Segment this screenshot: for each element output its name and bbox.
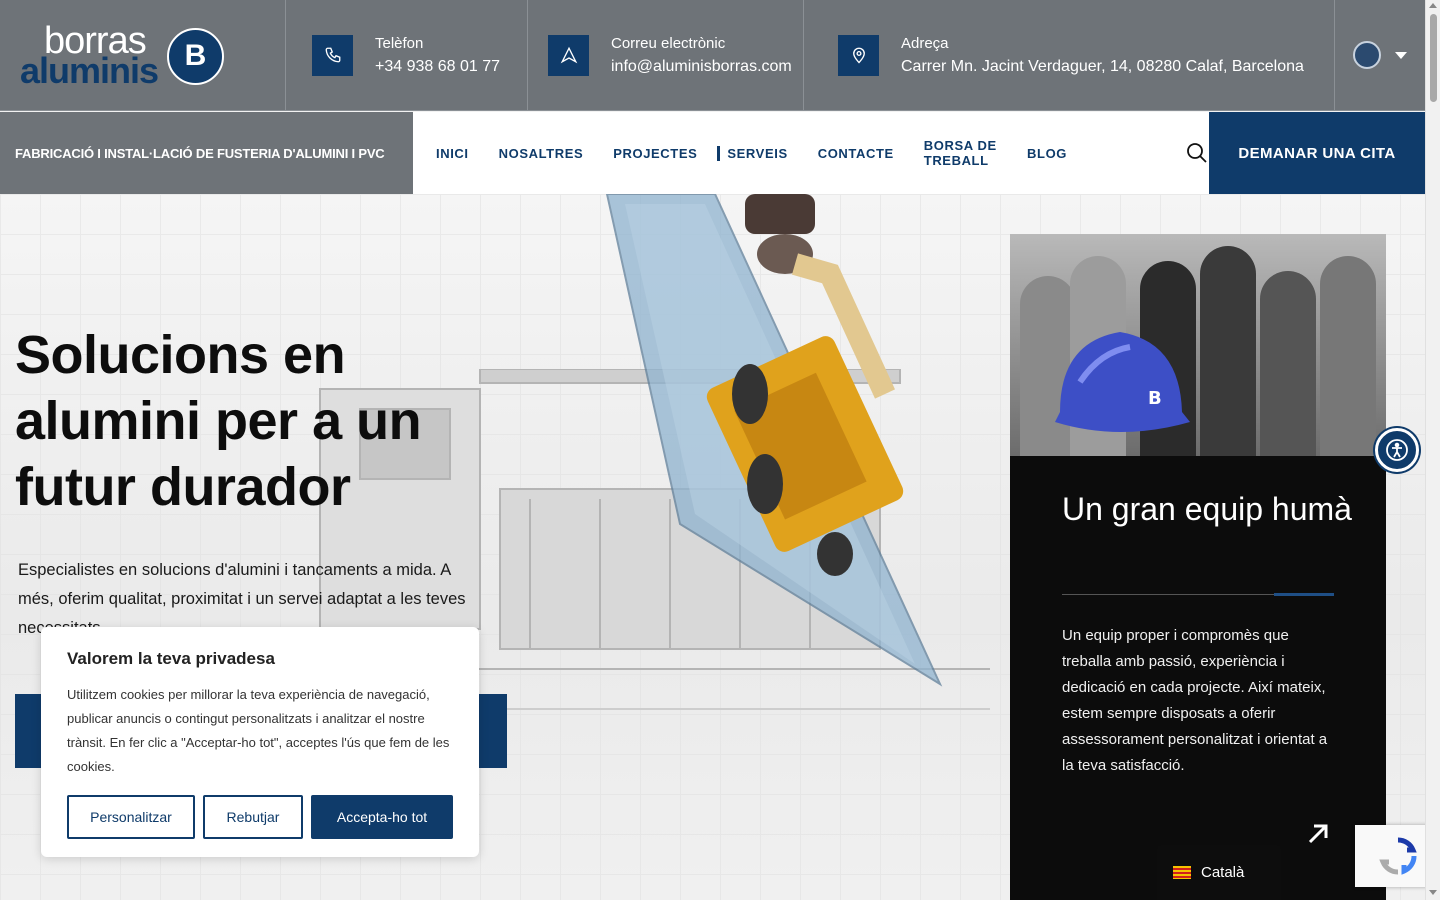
book-appointment-button[interactable]: DEMANAR UNA CITA: [1209, 112, 1425, 194]
customize-button[interactable]: Personalitzar: [67, 795, 195, 839]
nav-item-projectes[interactable]: PROJECTES: [613, 146, 697, 161]
cookie-text: Utilitzem cookies per millorar la teva e…: [67, 687, 450, 774]
recaptcha-icon: [1378, 837, 1417, 875]
email-value[interactable]: info@aluminisborras.com: [611, 58, 792, 76]
search-icon[interactable]: [1185, 141, 1209, 165]
nav-item-nosaltres[interactable]: NOSALTRES: [499, 146, 584, 161]
glass-lifter-image: [605, 194, 943, 687]
chevron-down-icon: [1395, 51, 1407, 59]
address-value: Carrer Mn. Jacint Verdaguer, 14, 08280 C…: [901, 57, 1304, 75]
phone-title: Telèfon: [375, 34, 424, 52]
team-card-title: Un gran equip humà: [1062, 491, 1352, 527]
address-title: Adreça: [901, 34, 949, 52]
map-pin-icon: [838, 34, 879, 76]
contact-phone[interactable]: Telèfon +34 938 68 01 77: [286, 0, 528, 110]
contact-address[interactable]: Adreça Carrer Mn. Jacint Verdaguer, 14, …: [804, 0, 1335, 110]
send-icon: [548, 34, 589, 76]
catalan-flag-icon: [1173, 866, 1191, 879]
hero-title: Solucions en alumini per a un futur dura…: [15, 325, 422, 517]
language-selector[interactable]: Català: [1157, 845, 1281, 900]
person-figure: [1260, 271, 1316, 456]
svg-text:B: B: [1148, 388, 1162, 409]
team-card-text: Un equip proper i compromès que treballa…: [1062, 627, 1328, 774]
nav-item-inici[interactable]: INICI: [436, 146, 469, 161]
accessibility-button[interactable]: [1375, 428, 1419, 472]
cookie-consent-banner: Valorem la teva privadesa Utilitzem cook…: [41, 627, 479, 857]
site-logo[interactable]: borras aluminis B: [0, 0, 286, 111]
person-figure: [1320, 256, 1376, 456]
page-scrollbar[interactable]: [1425, 0, 1440, 900]
reject-button[interactable]: Rebutjar: [203, 795, 303, 839]
accept-all-button[interactable]: Accepta-ho tot: [311, 795, 453, 839]
team-photo: B: [1010, 234, 1386, 456]
nav-item-contacte[interactable]: CONTACTE: [818, 146, 894, 161]
language-label: Català: [1201, 864, 1245, 881]
cookie-buttons: Personalitzar Rebutjar Accepta-ho tot: [67, 795, 453, 839]
divider-accent: [1274, 593, 1334, 596]
logo-badge-icon: B: [167, 28, 224, 85]
arrow-up-right-icon[interactable]: [1306, 822, 1330, 846]
nav-item-serveis[interactable]: SERVEIS: [717, 145, 787, 161]
contact-email[interactable]: Correu electrònic info@aluminisborras.co…: [528, 0, 804, 110]
phone-value[interactable]: +34 938 68 01 77: [375, 58, 500, 76]
scroll-down-icon[interactable]: [1429, 890, 1437, 895]
globe-icon: [1353, 41, 1381, 69]
accessibility-icon: [1386, 439, 1408, 461]
scrollbar-thumb[interactable]: [1430, 14, 1437, 102]
top-bar: borras aluminis B Telèfon +34 938 68 01 …: [0, 0, 1425, 111]
email-title: Correu electrònic: [611, 34, 726, 52]
main-menu: INICI NOSALTRES PROJECTES SERVEIS CONTAC…: [413, 112, 1209, 194]
helmet-icon: B: [1055, 332, 1190, 432]
cookie-title: Valorem la teva privadesa: [67, 649, 275, 668]
person-figure: [1200, 246, 1256, 456]
nav-item-blog[interactable]: BLOG: [1027, 146, 1067, 161]
main-navbar: FABRICACIÓ I INSTAL·LACIÓ DE FUSTERIA D'…: [0, 112, 1425, 194]
phone-icon: [312, 34, 353, 76]
scroll-up-icon[interactable]: [1429, 3, 1437, 8]
team-card[interactable]: B Un gran equip humà Un equip proper i c…: [1010, 234, 1386, 900]
tagline: FABRICACIÓ I INSTAL·LACIÓ DE FUSTERIA D'…: [0, 112, 413, 194]
logo-word-aluminis: aluminis: [20, 50, 159, 91]
language-switcher[interactable]: [1335, 0, 1425, 110]
nav-item-borsa-de-treball[interactable]: BORSA DE TREBALL: [924, 138, 997, 168]
